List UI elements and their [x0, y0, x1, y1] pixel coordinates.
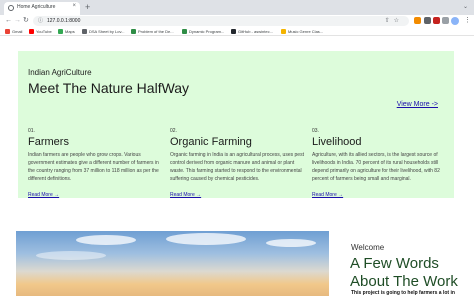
- feature-farmers: 01. Farmers Indian farmers are people wh…: [28, 128, 164, 201]
- extensions-puzzle-icon[interactable]: [442, 17, 449, 24]
- back-button[interactable]: ←: [5, 16, 12, 26]
- bookmark-dsa-sheet[interactable]: DSA Sheet by Lov...: [82, 28, 125, 35]
- feature-number: 03.: [312, 128, 319, 134]
- address-bar[interactable]: ⓘ 127.0.0.1:8000 ⇧☆: [33, 16, 409, 26]
- bookmark-problem-of-the-day[interactable]: Problem of the De...: [131, 28, 174, 35]
- site-info-icon[interactable]: ⓘ: [38, 17, 43, 25]
- feature-organic-farming: 02. Organic Farming Organic farming in I…: [170, 128, 306, 201]
- tab-title: Home Agriculture: [17, 4, 56, 10]
- geeksforgeeks-icon: [182, 29, 187, 34]
- about-intro: This project is going to help farmers a …: [351, 290, 455, 296]
- read-more-link[interactable]: Read More →: [170, 192, 201, 198]
- feature-title: Livelihood: [312, 136, 362, 148]
- feature-title: Farmers: [28, 136, 69, 148]
- maps-icon: [58, 29, 63, 34]
- bookmark-youtube[interactable]: YouTube: [29, 28, 52, 35]
- close-tab-icon[interactable]: ×: [72, 3, 76, 9]
- feature-livelihood: 03. Livelihood Agriculture, with its all…: [312, 128, 448, 201]
- tab-search-icon[interactable]: ⌄: [463, 3, 468, 10]
- hero-headline: Meet The Nature HalfWay: [28, 80, 190, 96]
- geeksforgeeks-icon: [131, 29, 136, 34]
- landscape-photo: [16, 231, 329, 296]
- extension-icon[interactable]: [433, 17, 440, 24]
- feature-description: Organic farming in India is an agricultu…: [170, 152, 304, 182]
- browser-toolbar: ← → ↻ ⓘ 127.0.0.1:8000 ⇧☆ ⋮: [0, 15, 474, 27]
- feature-description: Agriculture, with its allied sectors, is…: [312, 152, 440, 182]
- browser-tab[interactable]: Home Agriculture ×: [4, 2, 80, 15]
- bookmark-icon: [281, 29, 286, 34]
- new-tab-button[interactable]: +: [85, 1, 90, 13]
- extension-icon[interactable]: [424, 17, 431, 24]
- youtube-icon: [29, 29, 34, 34]
- gmail-icon: [5, 29, 10, 34]
- metamask-extension-icon[interactable]: [414, 17, 421, 24]
- bookmark-github[interactable]: GitHub - aswintec...: [231, 28, 273, 35]
- brand-title: Indian AgriCulture: [28, 68, 92, 77]
- bookmarks-bar: Gmail YouTube Maps DSA Sheet by Lov... P…: [0, 27, 474, 36]
- browser-tabstrip: Home Agriculture × + ⌄: [0, 0, 474, 15]
- feature-description: Indian farmers are people who grow crops…: [28, 152, 159, 182]
- feature-title: Organic Farming: [170, 136, 252, 148]
- about-heading: A Few Words About The Work: [350, 255, 458, 290]
- read-more-link[interactable]: Read More →: [28, 192, 59, 198]
- globe-icon: [8, 5, 14, 11]
- bookmark-dynamic-programming[interactable]: Dynamic Program...: [182, 28, 224, 35]
- feature-number: 01.: [28, 128, 35, 134]
- welcome-label: Welcome: [351, 243, 385, 252]
- profile-avatar[interactable]: [451, 17, 459, 25]
- forward-button[interactable]: →: [14, 16, 21, 26]
- read-more-link[interactable]: Read More →: [312, 192, 343, 198]
- view-more-link[interactable]: View More ->: [397, 101, 438, 108]
- browser-menu-icon[interactable]: ⋮: [464, 16, 471, 26]
- bookmark-gmail[interactable]: Gmail: [5, 28, 22, 35]
- bookmark-music-genre[interactable]: Music Genre Clas...: [281, 28, 323, 35]
- url-text[interactable]: 127.0.0.1:8000: [47, 18, 80, 24]
- reload-button[interactable]: ↻: [23, 16, 29, 26]
- bookmark-icon: [82, 29, 87, 34]
- bookmark-maps[interactable]: Maps: [58, 28, 75, 35]
- share-bookmark-icons[interactable]: ⇧☆: [385, 17, 403, 25]
- hero-section: Indian AgriCulture Meet The Nature HalfW…: [18, 51, 454, 198]
- feature-number: 02.: [170, 128, 177, 134]
- github-icon: [231, 29, 236, 34]
